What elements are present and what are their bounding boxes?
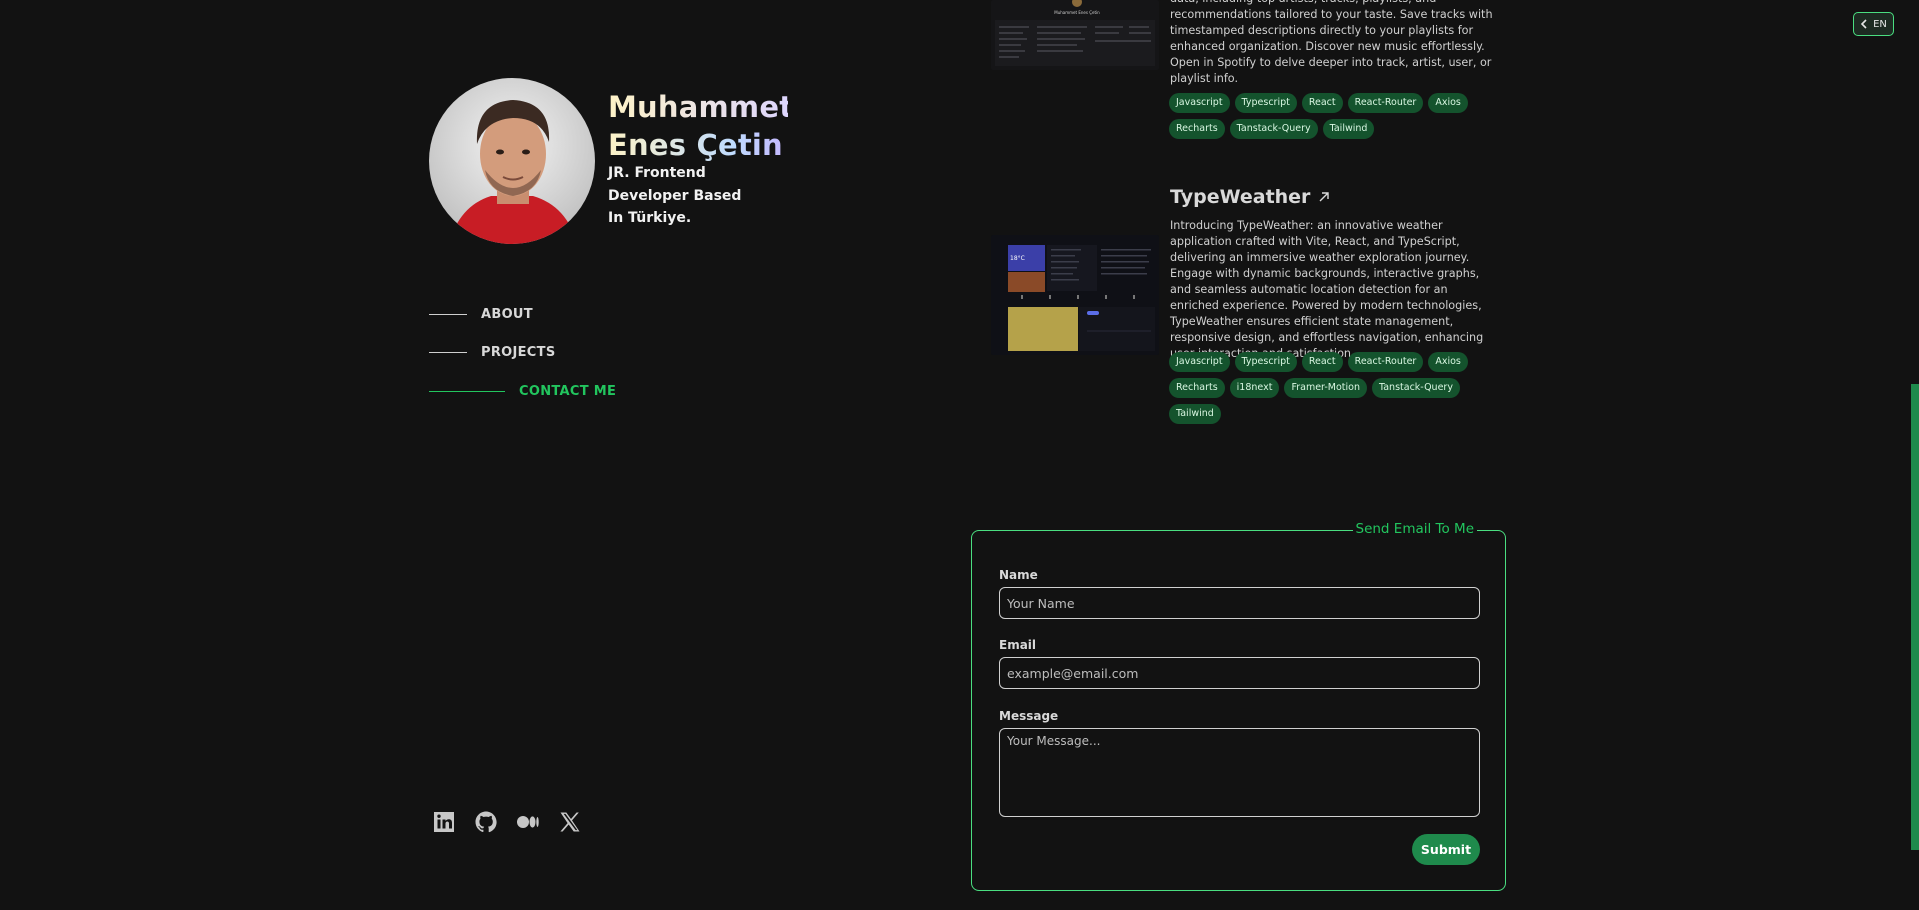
message-label: Message (999, 709, 1059, 723)
tech-tag: Recharts (1169, 119, 1225, 139)
project-description: data, including top artists, tracks, pla… (1170, 0, 1493, 85)
external-link-arrow-icon (1319, 192, 1330, 202)
nav-item-about[interactable]: ABOUT (429, 307, 533, 322)
contact-form-legend: Send Email To Me (1352, 521, 1477, 537)
name-input[interactable] (999, 587, 1480, 619)
tech-tag: Axios (1428, 93, 1468, 113)
github-icon[interactable] (474, 810, 498, 834)
nav-item-contact[interactable]: CONTACT ME (429, 384, 616, 399)
project-screenshot-spotify[interactable]: Muhammet Enes Çetin (991, 0, 1159, 70)
tech-tag: React (1301, 93, 1343, 113)
project-tags: Javascript Typescript React React-Router… (1169, 93, 1509, 139)
tech-tag: Tailwind (1322, 119, 1375, 139)
tech-tag: React-Router (1347, 352, 1424, 372)
tech-tag: Framer-Motion (1284, 378, 1367, 398)
contact-form: Send Email To Me Name Email Message Subm… (971, 521, 1506, 891)
project-screenshot-typeweather[interactable]: 18°C (991, 235, 1159, 355)
profile-name-line2: Enes Çetin (608, 126, 788, 164)
name-label: Name (999, 568, 1038, 582)
tech-tag: React-Router (1347, 93, 1424, 113)
linkedin-icon[interactable] (432, 810, 456, 834)
email-label: Email (999, 638, 1037, 652)
nav-item-label: PROJECTS (481, 345, 556, 360)
profile-name: Muhammet Enes Çetin (608, 88, 794, 164)
tech-tag: Tanstack-Query (1229, 119, 1318, 139)
nav-line (429, 314, 467, 315)
nav-item-projects[interactable]: PROJECTS (429, 345, 555, 360)
tech-tag: Recharts (1169, 378, 1225, 398)
profile-name-line1: Muhammet (608, 90, 794, 124)
language-label: EN (1873, 18, 1887, 30)
chevron-left-icon (1860, 19, 1867, 29)
scroll-indicator (1911, 384, 1919, 850)
screenshot-caption: Muhammet Enes Çetin (1054, 10, 1100, 15)
medium-icon[interactable] (516, 810, 540, 834)
email-input[interactable] (999, 657, 1480, 689)
language-toggle-button[interactable]: EN (1853, 12, 1894, 36)
project-tags: Javascript Typescript React React-Router… (1169, 352, 1509, 424)
avatar (429, 78, 595, 244)
message-textarea[interactable] (999, 728, 1480, 817)
profile-subtitle: JR. Frontend Developer Based In Türkiye. (608, 165, 742, 226)
tech-tag: Axios (1428, 352, 1468, 372)
tech-tag: Typescript (1234, 352, 1297, 372)
tech-tag: Typescript (1234, 93, 1297, 113)
nav-line (429, 352, 467, 353)
nav-item-label: ABOUT (481, 307, 533, 322)
tech-tag: Javascript (1169, 93, 1230, 113)
project-title-text: TypeWeather (1170, 186, 1311, 208)
project-description: Introducing TypeWeather: an innovative w… (1170, 219, 1484, 360)
tech-tag: Tanstack-Query (1372, 378, 1460, 398)
nav-item-label: CONTACT ME (519, 384, 617, 399)
social-links (432, 810, 582, 834)
tech-tag: i18next (1229, 378, 1280, 398)
tech-tag: Tailwind (1169, 404, 1221, 424)
nav-line (429, 391, 505, 392)
project-title-typeweather[interactable]: TypeWeather (1170, 186, 1330, 208)
x-icon[interactable] (558, 810, 582, 834)
weather-temp: 18°C (1010, 255, 1025, 262)
submit-button[interactable]: Submit (1412, 834, 1480, 865)
tech-tag: Javascript (1169, 352, 1230, 372)
tech-tag: React (1301, 352, 1343, 372)
